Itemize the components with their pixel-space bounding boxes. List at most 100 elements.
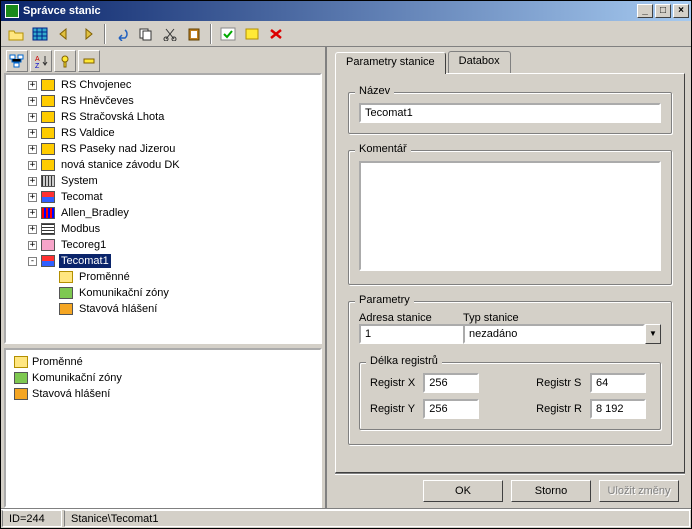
save-button[interactable]: Uložit změny — [599, 480, 679, 502]
delete-icon[interactable] — [265, 23, 287, 45]
node-icon — [41, 95, 55, 107]
tab-parametry-stanice[interactable]: Parametry stanice — [335, 52, 446, 74]
comment-legend: Komentář — [355, 143, 411, 155]
close-button[interactable]: × — [673, 4, 689, 18]
tree-item-label: Modbus — [59, 222, 102, 236]
expand-icon[interactable]: + — [28, 113, 37, 122]
toolbar-separator — [210, 24, 212, 44]
node-icon — [41, 175, 55, 187]
expand-icon[interactable]: + — [28, 241, 37, 250]
addr-label: Adresa stanice — [359, 312, 439, 324]
paste-icon[interactable] — [183, 23, 205, 45]
type-combo[interactable]: ▼ — [463, 324, 661, 344]
toggle-icon[interactable] — [78, 50, 100, 72]
ok-button[interactable]: OK — [423, 480, 503, 502]
group-params: Parametry Adresa stanice ▲▼ Typ stanice — [348, 301, 672, 445]
tree-item[interactable]: + Modbus — [6, 221, 320, 237]
toolbar — [1, 21, 691, 47]
expand-icon[interactable]: + — [28, 97, 37, 106]
tree-item[interactable]: Komunikační zóny — [6, 285, 320, 301]
expand-icon[interactable]: + — [28, 81, 37, 90]
expand-icon[interactable]: + — [28, 209, 37, 218]
minimize-button[interactable]: _ — [637, 4, 653, 18]
app-icon — [5, 4, 19, 18]
cut-icon[interactable] — [159, 23, 181, 45]
table-icon[interactable] — [29, 23, 51, 45]
tree-item[interactable]: + RS Paseky nad Jizerou — [6, 141, 320, 157]
svg-text:Z: Z — [35, 63, 40, 68]
tree-item-label: nová stanice závodu DK — [59, 158, 182, 172]
regr-input[interactable] — [590, 399, 646, 419]
tree-item[interactable]: +Allen_Bradley — [6, 205, 320, 221]
filter-icon[interactable] — [54, 50, 76, 72]
tree-item[interactable]: -Tecomat1 — [6, 253, 320, 269]
expand-icon[interactable]: + — [28, 129, 37, 138]
list-item[interactable]: Komunikační zóny — [10, 370, 316, 386]
group-name: Název — [348, 92, 672, 134]
group-comment: Komentář — [348, 150, 672, 285]
status-path: Stanice\Tecomat1 — [64, 510, 690, 527]
maximize-button[interactable]: □ — [655, 4, 671, 18]
tree-item-label: RS Paseky nad Jizerou — [59, 142, 177, 156]
tree-item[interactable]: + Tecomat — [6, 189, 320, 205]
tab-body: Název Komentář Parametry Adresa stanice — [335, 73, 685, 473]
list-item[interactable]: Proměnné — [10, 354, 316, 370]
tree-item[interactable]: + RS Chvojenec — [6, 77, 320, 93]
undo-icon[interactable] — [111, 23, 133, 45]
tree-item[interactable]: +RS Hněvčeves — [6, 93, 320, 109]
expand-icon[interactable]: + — [28, 177, 37, 186]
cancel-button[interactable]: Storno — [511, 480, 591, 502]
name-legend: Název — [355, 85, 394, 97]
expand-icon[interactable]: + — [28, 161, 37, 170]
expand-icon[interactable]: + — [28, 193, 37, 202]
expand-icon[interactable]: + — [28, 225, 37, 234]
tree-item[interactable]: +System — [6, 173, 320, 189]
tree-item[interactable]: +RS Stračovská Lhota — [6, 109, 320, 125]
name-input[interactable] — [359, 103, 661, 123]
tree-item[interactable]: + RS Valdice — [6, 125, 320, 141]
comment-textarea[interactable] — [359, 161, 661, 271]
regs-input[interactable] — [590, 373, 646, 393]
reglen-legend: Délka registrů — [366, 355, 442, 367]
open-icon[interactable] — [5, 23, 27, 45]
node-icon — [59, 303, 73, 315]
tree-item-label: RS Valdice — [59, 126, 117, 140]
tree-item[interactable]: Proměnné — [6, 269, 320, 285]
tree-item-label: RS Chvojenec — [59, 78, 133, 92]
sort-az-icon[interactable]: AZ — [30, 50, 52, 72]
list-item[interactable]: Stavová hlášení — [10, 386, 316, 402]
addr-spinner[interactable]: ▲▼ — [359, 324, 439, 344]
tree-item[interactable]: + Tecoreg1 — [6, 237, 320, 253]
copy-icon[interactable] — [135, 23, 157, 45]
tree-item[interactable]: + nová stanice závodu DK — [6, 157, 320, 173]
regx-input[interactable] — [423, 373, 479, 393]
tree-item-label: Tecomat — [59, 190, 105, 204]
node-icon — [41, 223, 55, 235]
button-bar: OK Storno Uložit změny — [335, 473, 685, 508]
list-item-label: Stavová hlášení — [32, 388, 110, 400]
expand-icon[interactable]: + — [28, 145, 37, 154]
highlight-icon[interactable] — [241, 23, 263, 45]
expand-icon[interactable]: - — [28, 257, 37, 266]
left-toolbar: AZ — [4, 49, 322, 73]
app-window: Správce stanic _ □ × AZ +RS Chv — [0, 0, 692, 529]
tree-item-label: Tecoreg1 — [59, 238, 108, 252]
tab-databox[interactable]: Databox — [448, 51, 511, 73]
svg-text:A: A — [35, 56, 40, 63]
forward-icon[interactable] — [77, 23, 99, 45]
node-icon — [59, 287, 73, 299]
tree-item[interactable]: Stavová hlášení — [6, 301, 320, 317]
node-icon — [41, 143, 55, 155]
node-icon — [41, 127, 55, 139]
back-icon[interactable] — [53, 23, 75, 45]
check-icon[interactable] — [217, 23, 239, 45]
station-tree[interactable]: + RS Chvojenec+RS Hněvčeves+RS Stračovská… — [4, 73, 322, 344]
chevron-down-icon[interactable]: ▼ — [645, 324, 661, 344]
regy-input[interactable] — [423, 399, 479, 419]
type-input[interactable] — [463, 324, 645, 344]
tree-mode-icon[interactable] — [6, 50, 28, 72]
tree-item-label: Komunikační zóny — [77, 286, 171, 300]
bottom-list[interactable]: ProměnnéKomunikační zóny Stavová hlášení — [4, 348, 322, 508]
node-icon — [14, 388, 28, 400]
tree-item-label: Proměnné — [77, 270, 132, 284]
